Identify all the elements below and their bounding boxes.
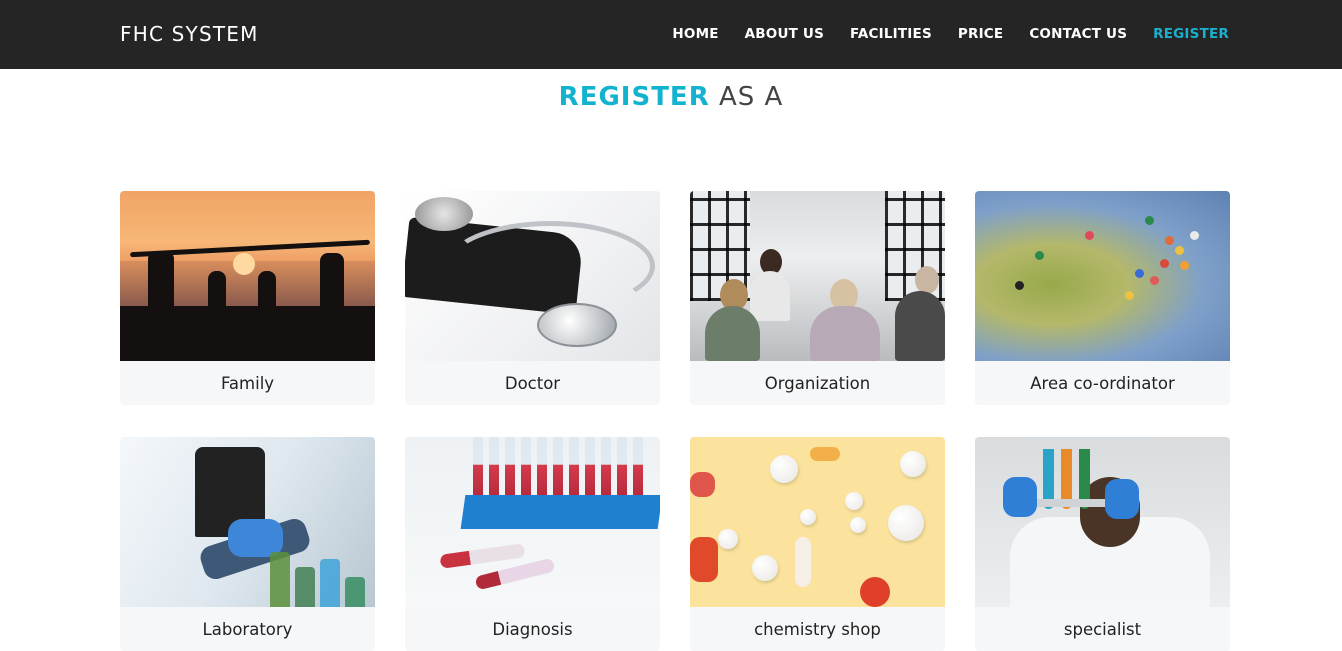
- nav-contact-us[interactable]: CONTACT US: [1029, 26, 1127, 42]
- nav-home[interactable]: HOME: [672, 26, 718, 42]
- main-nav: HOME ABOUT US FACILITIES PRICE CONTACT U…: [672, 26, 1229, 42]
- register-card-area-coordinator[interactable]: Area co-ordinator: [975, 191, 1230, 405]
- pills-image: [690, 437, 945, 607]
- page-heading: REGISTER AS A: [0, 82, 1342, 112]
- card-label: chemistry shop: [754, 620, 881, 639]
- card-label: Area co-ordinator: [1030, 374, 1175, 393]
- card-label: Family: [220, 374, 275, 393]
- register-grid: Family Doctor Organization Area co-ordin…: [120, 191, 1230, 651]
- family-image: [120, 191, 375, 361]
- test-tubes-image: [405, 437, 660, 607]
- nav-about-us[interactable]: ABOUT US: [745, 26, 824, 42]
- register-card-organization[interactable]: Organization: [690, 191, 945, 405]
- organization-image: [690, 191, 945, 361]
- card-label: Organization: [764, 374, 871, 393]
- card-label: Diagnosis: [492, 620, 573, 639]
- card-label: specialist: [1063, 620, 1142, 639]
- register-card-diagnosis[interactable]: Diagnosis: [405, 437, 660, 651]
- doctor-image: [405, 191, 660, 361]
- register-card-specialist[interactable]: specialist: [975, 437, 1230, 651]
- heading-rest: AS A: [709, 82, 784, 112]
- register-card-chemistry-shop[interactable]: chemistry shop: [690, 437, 945, 651]
- card-label: Laboratory: [202, 620, 293, 639]
- navbar: FHC SYSTEM HOME ABOUT US FACILITIES PRIC…: [0, 0, 1342, 69]
- register-card-doctor[interactable]: Doctor: [405, 191, 660, 405]
- heading-accent: REGISTER: [558, 82, 710, 112]
- specialist-image: [975, 437, 1230, 607]
- card-label: Doctor: [504, 374, 561, 393]
- nav-price[interactable]: PRICE: [958, 26, 1003, 42]
- map-pins-image: [975, 191, 1230, 361]
- brand-logo[interactable]: FHC SYSTEM: [120, 22, 259, 46]
- register-card-laboratory[interactable]: Laboratory: [120, 437, 375, 651]
- register-card-family[interactable]: Family: [120, 191, 375, 405]
- nav-facilities[interactable]: FACILITIES: [850, 26, 932, 42]
- nav-register[interactable]: REGISTER: [1153, 26, 1229, 42]
- laboratory-image: [120, 437, 375, 607]
